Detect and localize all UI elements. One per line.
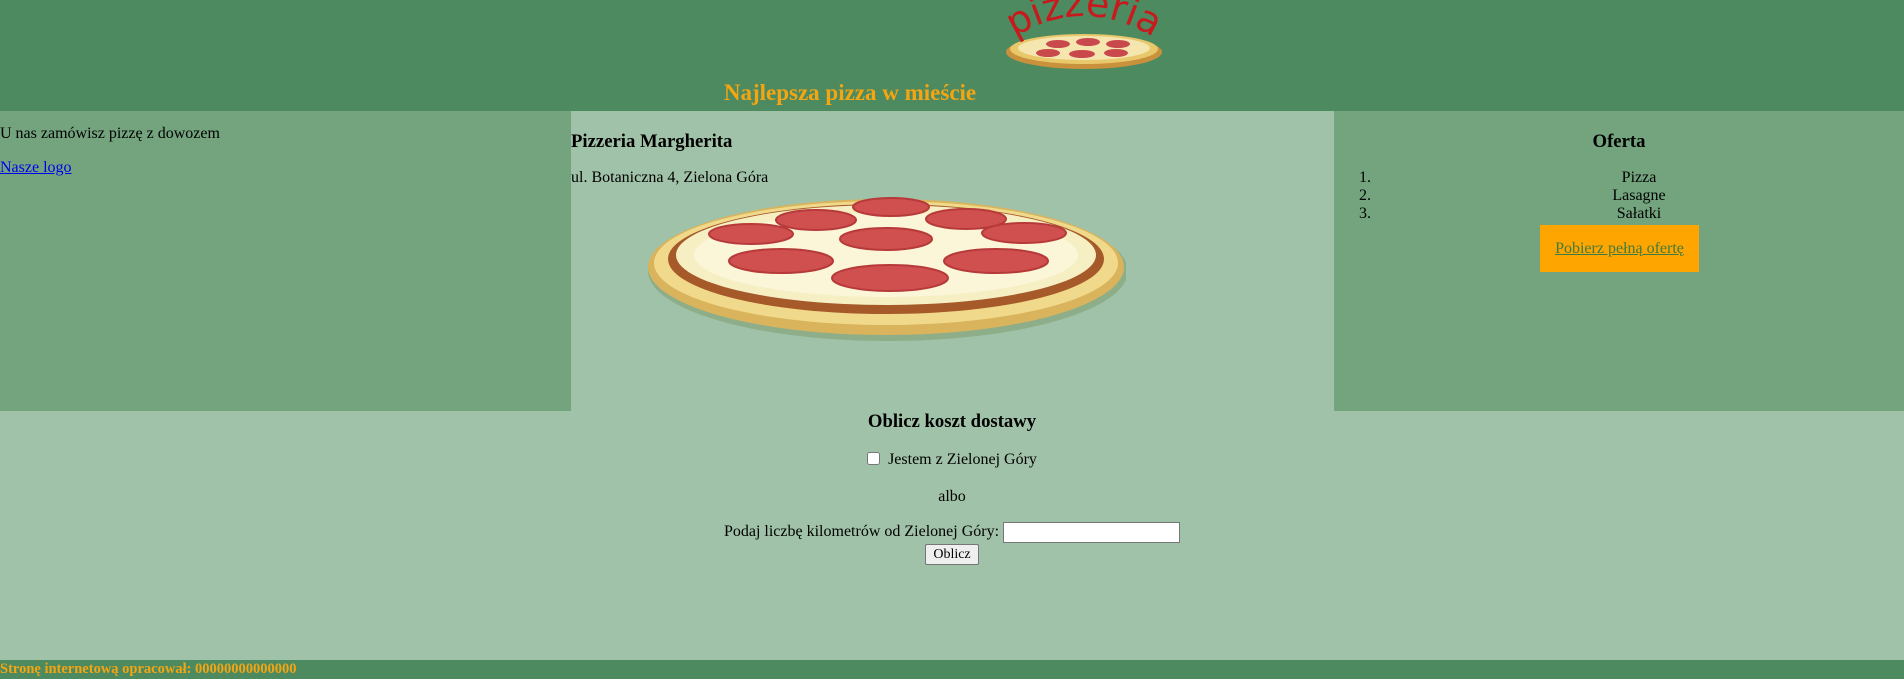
logo-link[interactable]: Nasze logo (0, 159, 72, 176)
page-header: pizzeria Najlepsza pizza w mieście (0, 0, 1904, 111)
delivery-cost-section: Oblicz koszt dostawy Jestem z Zielonej G… (0, 411, 1904, 660)
page-footer: Stronę internetową opracował: 0000000000… (0, 660, 1904, 679)
local-checkbox-label: Jestem z Zielonej Góry (888, 451, 1037, 468)
or-text: albo (938, 488, 966, 505)
list-item: 2. Lasagne (1334, 187, 1904, 205)
list-item: 3. Sałatki (1334, 205, 1904, 223)
page-title: Najlepsza pizza w mieście (723, 80, 977, 105)
center-column: Pizzeria Margherita ul. Botaniczna 4, Zi… (571, 111, 1334, 411)
intro-text: U nas zamówisz pizzę z dowozem (0, 125, 220, 142)
km-input[interactable] (1003, 522, 1181, 543)
pizza-logo-image: pizzeria (998, 0, 1170, 69)
offer-heading: Oferta (1592, 131, 1646, 152)
local-checkbox[interactable] (867, 452, 881, 465)
pizzeria-logo: pizzeria (998, 0, 1170, 74)
download-offer-link[interactable]: Pobierz pełną ofertę (1555, 240, 1684, 258)
list-item: 1. Pizza (1334, 169, 1904, 187)
pizza-image (648, 197, 1126, 341)
left-column: U nas zamówisz pizzę z dowozem Nasze log… (0, 111, 571, 411)
list-item-number: 2. (1359, 187, 1371, 204)
list-item-label: Sałatki (1616, 205, 1662, 222)
right-column: Oferta 1. Pizza 2. Lasagne 3. Sałatki Pobie… (1334, 111, 1904, 411)
list-item-label: Lasagne (1612, 187, 1666, 204)
download-offer-box: Pobierz pełną ofertę (1540, 225, 1699, 272)
list-item-number: 3. (1359, 205, 1371, 222)
pizzeria-name: Pizzeria Margherita (571, 131, 733, 152)
calculate-button[interactable]: Oblicz (925, 544, 979, 565)
pizzeria-address: ul. Botaniczna 4, Zielona Góra (571, 169, 769, 186)
offer-list: 1. Pizza 2. Lasagne 3. Sałatki (1334, 169, 1904, 223)
list-item-number: 1. (1359, 169, 1371, 186)
km-label: Podaj liczbę kilometrów od Zielonej Góry… (723, 523, 1000, 541)
calc-heading: Oblicz koszt dostawy (867, 411, 1037, 432)
list-item-label: Pizza (1621, 169, 1657, 186)
